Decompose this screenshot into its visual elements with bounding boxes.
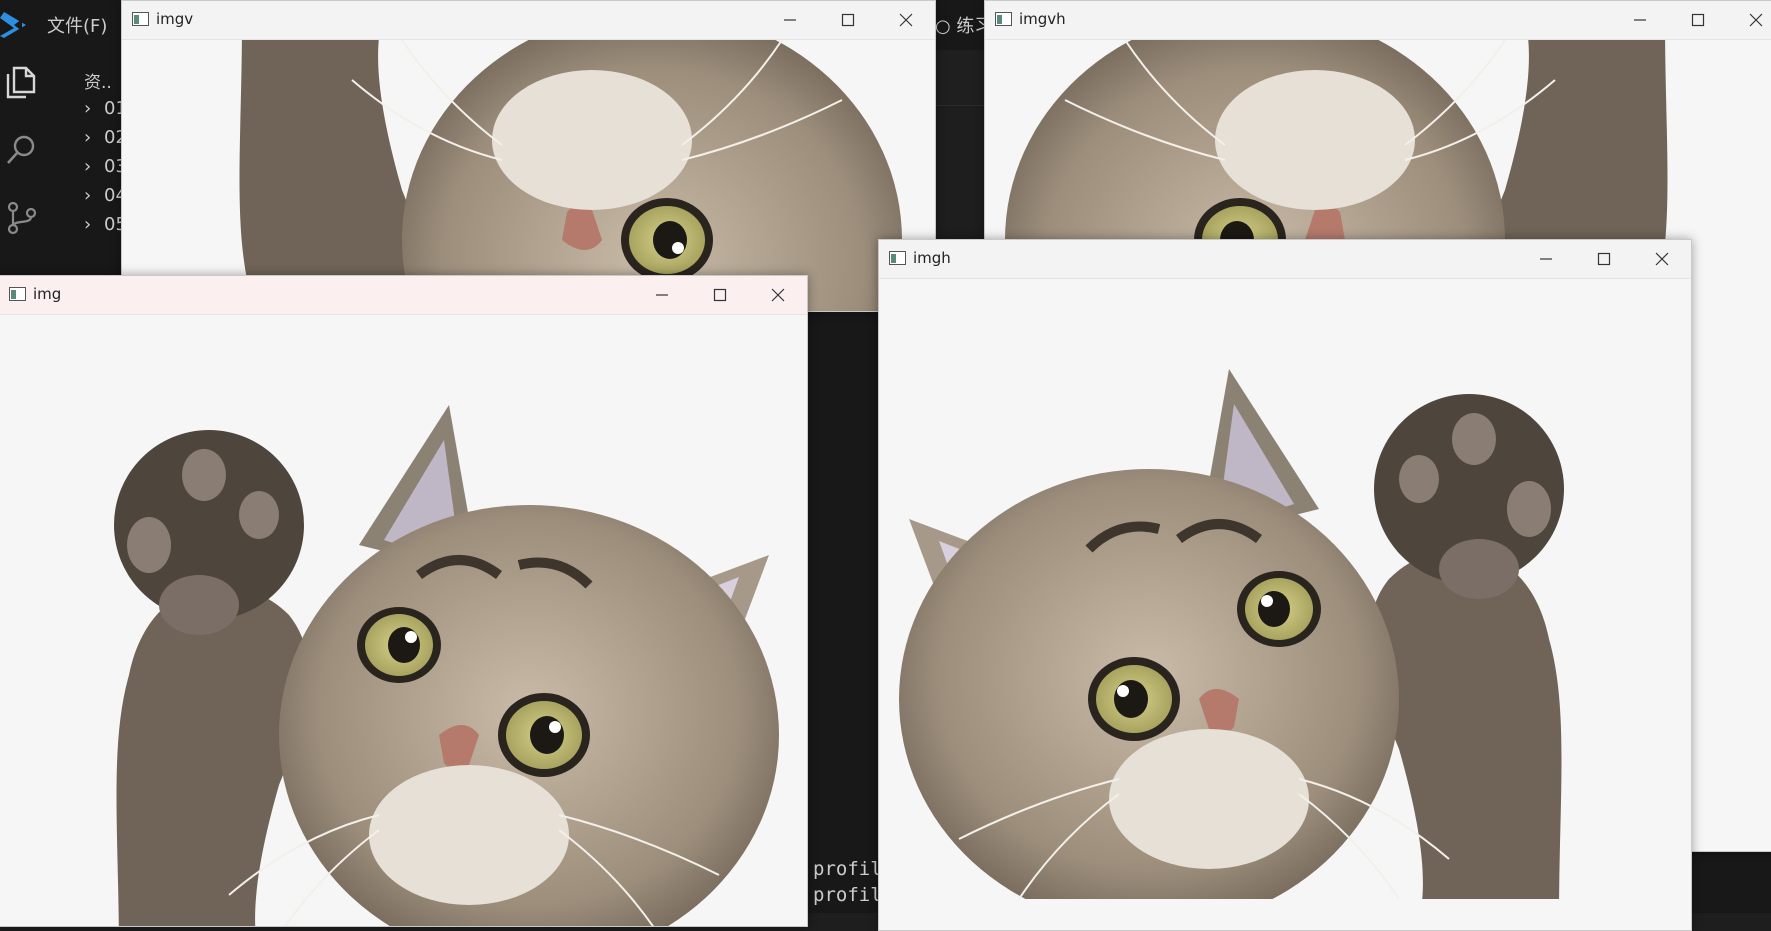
explorer-title: 资.. — [84, 73, 112, 93]
close-icon — [771, 288, 785, 302]
window-titlebar[interactable]: imgh — [879, 240, 1691, 279]
window-controls — [1517, 240, 1691, 278]
app-window-icon — [889, 251, 906, 265]
window-controls — [633, 276, 807, 314]
editor-tab-strip — [934, 50, 984, 106]
chevron-right-icon: › — [84, 185, 92, 206]
window-controls — [761, 1, 935, 39]
window-title: img — [33, 285, 62, 303]
maximize-button[interactable] — [819, 1, 877, 39]
close-button[interactable] — [1633, 240, 1691, 278]
cat-image — [122, 40, 922, 311]
app-window-icon — [995, 12, 1012, 26]
minimize-icon — [1540, 258, 1552, 260]
minimize-button[interactable] — [1517, 240, 1575, 278]
search-icon[interactable] — [4, 132, 40, 168]
window-controls — [1611, 1, 1771, 39]
terminal-line: profil — [813, 858, 882, 880]
maximize-button[interactable] — [691, 276, 749, 314]
cat-image — [0, 315, 799, 926]
terminal-line: profil — [813, 884, 882, 906]
menu-file[interactable]: 文件(F) — [47, 12, 107, 38]
window-titlebar[interactable]: img — [0, 276, 807, 315]
minimize-button[interactable] — [1611, 1, 1669, 39]
window-imgh[interactable]: imgh — [878, 239, 1692, 931]
window-titlebar[interactable]: imgv — [122, 1, 935, 40]
image-canvas — [879, 279, 1691, 930]
vscode-logo-icon — [0, 12, 26, 38]
window-titlebar[interactable]: imgvh — [985, 1, 1771, 40]
maximize-icon — [1691, 13, 1705, 27]
image-canvas — [122, 40, 935, 311]
close-icon — [899, 13, 913, 27]
minimize-button[interactable] — [761, 1, 819, 39]
app-window-icon — [132, 12, 149, 26]
window-title: imgh — [913, 249, 951, 267]
source-control-icon[interactable] — [4, 200, 40, 236]
window-title: imgv — [156, 10, 194, 28]
close-button[interactable] — [877, 1, 935, 39]
chevron-right-icon: › — [84, 127, 92, 148]
maximize-icon — [841, 13, 855, 27]
window-img[interactable]: img — [0, 275, 808, 927]
minimize-icon — [656, 294, 668, 296]
chevron-right-icon: › — [84, 156, 92, 177]
close-icon — [1655, 252, 1669, 266]
maximize-icon — [713, 288, 727, 302]
close-button[interactable] — [1727, 1, 1771, 39]
minimize-button[interactable] — [633, 276, 691, 314]
image-canvas — [0, 315, 807, 926]
close-icon — [1749, 13, 1763, 27]
app-window-icon — [9, 287, 26, 301]
cat-image — [879, 279, 1679, 899]
close-button[interactable] — [749, 276, 807, 314]
window-title: imgvh — [1019, 10, 1066, 28]
maximize-button[interactable] — [1669, 1, 1727, 39]
minimize-icon — [784, 19, 796, 21]
chevron-right-icon: › — [84, 98, 92, 119]
maximize-icon — [1597, 252, 1611, 266]
minimize-icon — [1634, 19, 1646, 21]
maximize-button[interactable] — [1575, 240, 1633, 278]
files-icon[interactable] — [4, 64, 40, 100]
window-imgv[interactable]: imgv — [121, 0, 936, 312]
chevron-right-icon: › — [84, 214, 92, 235]
